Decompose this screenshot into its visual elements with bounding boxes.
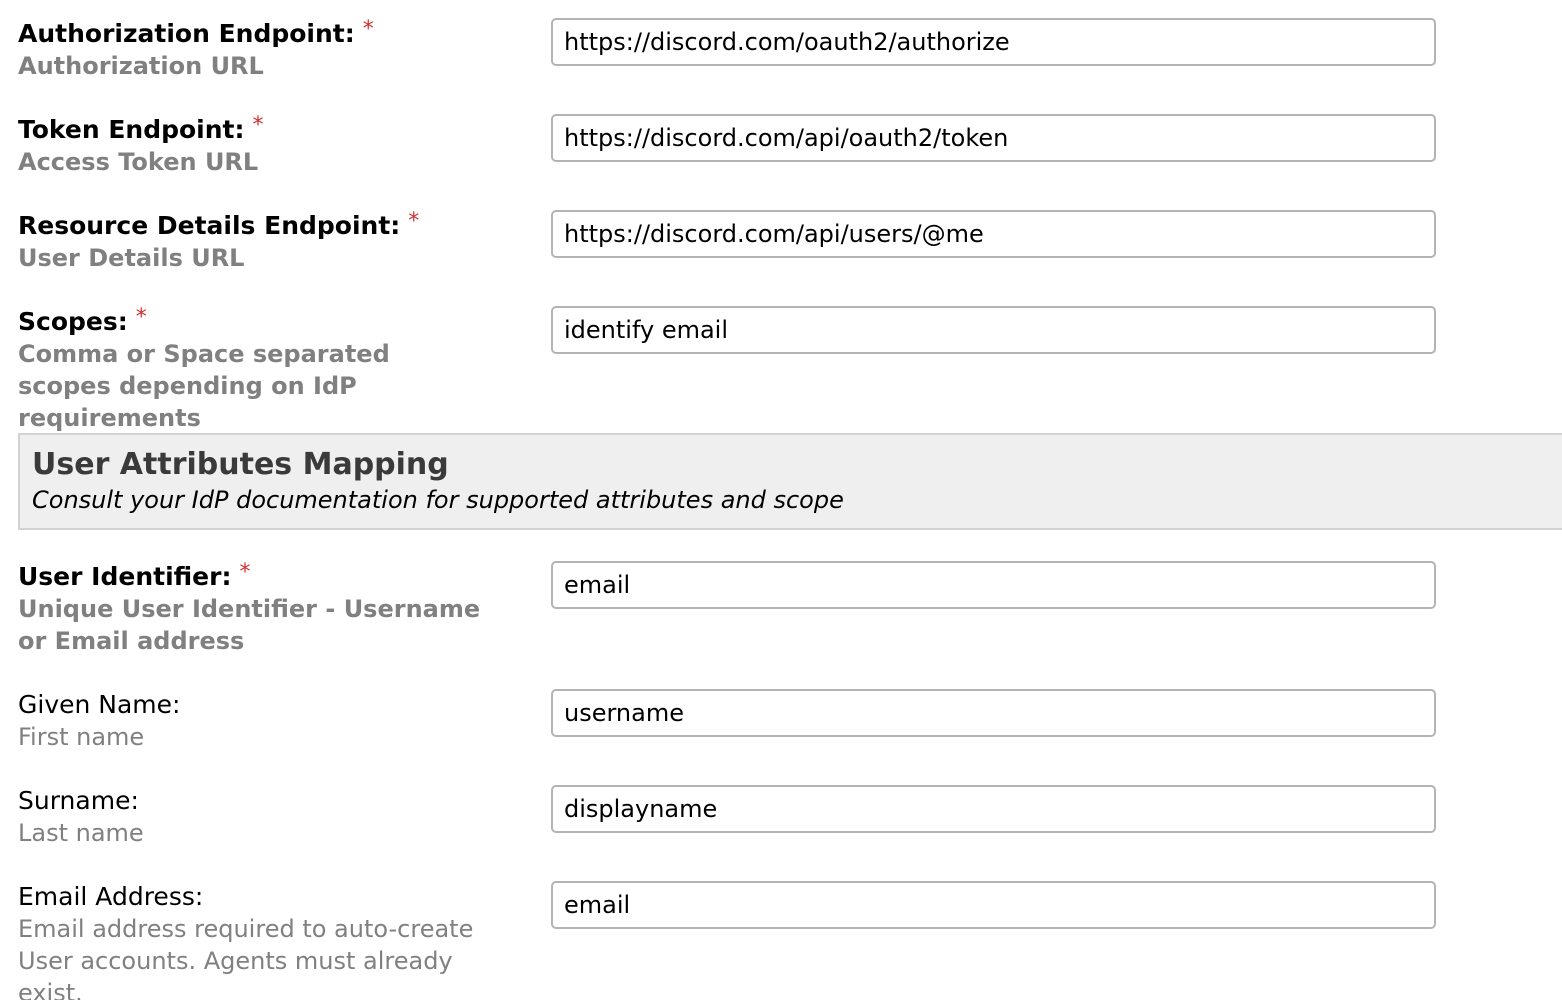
user-identifier-label-group: User Identifier: * Unique User Identifier… xyxy=(18,560,488,657)
surname-label-group: Surname: Last name xyxy=(18,785,538,849)
resource-details-endpoint-label: Resource Details Endpoint: * xyxy=(18,209,420,240)
token-endpoint-input[interactable] xyxy=(551,114,1436,162)
scopes-hint: Comma or Space separated scopes dependin… xyxy=(18,340,390,432)
given-name-hint: First name xyxy=(18,723,145,751)
required-marker: * xyxy=(362,17,374,42)
email-address-input[interactable] xyxy=(551,881,1436,929)
authorization-endpoint-label-group: Authorization Endpoint: * Authorization U… xyxy=(18,17,538,82)
authorization-endpoint-input[interactable] xyxy=(551,18,1436,66)
section-subtitle: Consult your IdP documentation for suppo… xyxy=(32,486,844,514)
given-name-label-group: Given Name: First name xyxy=(18,689,538,753)
authorization-endpoint-label: Authorization Endpoint: * xyxy=(18,17,374,48)
user-identifier-input[interactable] xyxy=(551,561,1436,609)
token-endpoint-label: Token Endpoint: * xyxy=(18,113,264,144)
resource-details-endpoint-input[interactable] xyxy=(551,210,1436,258)
given-name-input[interactable] xyxy=(551,689,1436,737)
authorization-endpoint-hint: Authorization URL xyxy=(18,52,264,80)
required-marker: * xyxy=(239,560,251,585)
email-address-hint: Email address required to auto-create Us… xyxy=(18,915,474,1000)
email-address-label-group: Email Address: Email address required to… xyxy=(18,881,518,1000)
section-title: User Attributes Mapping xyxy=(32,447,449,482)
required-marker: * xyxy=(252,113,264,138)
scopes-label-group: Scopes: * Comma or Space separated scopes… xyxy=(18,305,458,434)
scopes-input[interactable] xyxy=(551,306,1436,354)
token-endpoint-label-group: Token Endpoint: * Access Token URL xyxy=(18,113,538,178)
required-marker: * xyxy=(135,305,147,330)
user-identifier-hint: Unique User Identifier - Username or Ema… xyxy=(18,595,481,655)
resource-details-endpoint-label-group: Resource Details Endpoint: * User Details… xyxy=(18,209,538,274)
user-identifier-label: User Identifier: * xyxy=(18,560,251,591)
scopes-label: Scopes: * xyxy=(18,305,147,336)
surname-input[interactable] xyxy=(551,785,1436,833)
surname-hint: Last name xyxy=(18,819,144,847)
resource-details-endpoint-hint: User Details URL xyxy=(18,244,245,272)
surname-label: Surname: xyxy=(18,786,139,815)
user-attributes-mapping-header: User Attributes Mapping Consult your IdP… xyxy=(18,433,1562,530)
given-name-label: Given Name: xyxy=(18,690,181,719)
email-address-label: Email Address: xyxy=(18,882,204,911)
token-endpoint-hint: Access Token URL xyxy=(18,148,259,176)
required-marker: * xyxy=(408,209,420,234)
